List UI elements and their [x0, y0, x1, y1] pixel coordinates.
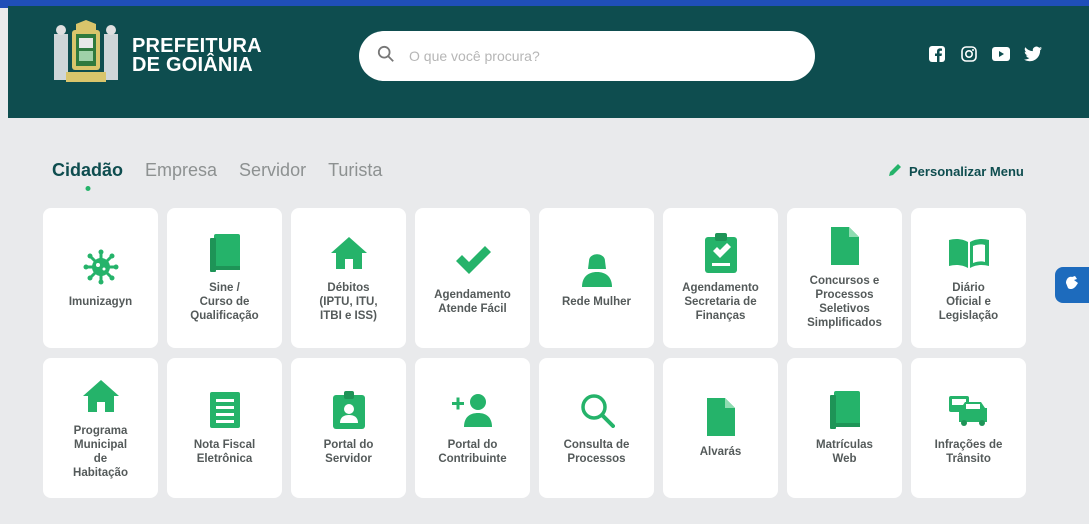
service-card-matriculas-web[interactable]: Matrículas Web — [787, 358, 902, 498]
service-card-label: Concursos e Processos Seletivos Simplifi… — [807, 275, 882, 329]
service-card-habitacao[interactable]: Programa Municipal de Habitação — [43, 358, 158, 498]
service-card-infracoes-transito[interactable]: Infrações de Trânsito — [911, 358, 1026, 498]
audience-tabs: Cidadão Empresa Servidor Turista — [52, 160, 382, 181]
service-card-financas[interactable]: Agendamento Secretaria de Finanças — [663, 208, 778, 348]
clipboard-check-icon — [704, 233, 737, 273]
service-card-portal-contribuinte[interactable]: Portal do Contribuinte — [415, 358, 530, 498]
user-plus-icon — [451, 390, 494, 430]
check-icon — [454, 240, 492, 280]
service-card-label: Consulta de Processos — [563, 439, 630, 465]
coat-of-arms-icon[interactable] — [46, 20, 126, 90]
service-card-portal-servidor[interactable]: Portal do Servidor — [291, 358, 406, 498]
open-book-icon — [948, 233, 989, 273]
service-card-label: Débitos (IPTU, ITU, ITBI e ISS) — [319, 282, 378, 322]
service-card-label: Imunizagyn — [68, 296, 133, 308]
personalize-menu-label: Personalizar Menu — [909, 164, 1024, 179]
file-icon — [706, 397, 735, 437]
book-icon — [829, 390, 860, 430]
youtube-icon[interactable] — [992, 45, 1010, 63]
tab-empresa[interactable]: Empresa — [145, 160, 217, 181]
service-card-nota-fiscal[interactable]: Nota Fiscal Eletrônica — [167, 358, 282, 498]
tab-turista[interactable]: Turista — [328, 160, 382, 181]
magnifier-icon — [579, 390, 615, 430]
search-bar[interactable] — [359, 31, 815, 81]
service-card-alvaras[interactable]: Alvarás — [663, 358, 778, 498]
personalize-menu-button[interactable]: Personalizar Menu — [887, 162, 1024, 181]
service-card-rede-mulher[interactable]: Rede Mulher — [539, 208, 654, 348]
service-card-consulta-processos[interactable]: Consulta de Processos — [539, 358, 654, 498]
services-grid: Imunizagyn Sine / Curso de Qualificação … — [43, 208, 1026, 498]
service-card-label: Diário Oficial e Legislação — [938, 282, 999, 322]
service-card-label: Matrículas Web — [816, 439, 873, 465]
id-badge-icon — [332, 390, 365, 430]
social-links — [928, 45, 1042, 63]
receipt-icon — [209, 390, 240, 430]
tab-servidor[interactable]: Servidor — [239, 160, 306, 181]
site-header: PREFEITURA DE GOIÂNIA — [8, 6, 1089, 118]
search-icon — [377, 45, 395, 68]
service-card-label: Agendamento Secretaria de Finanças — [682, 282, 759, 322]
facebook-icon[interactable] — [928, 45, 946, 63]
service-card-diario-oficial[interactable]: Diário Oficial e Legislação — [911, 208, 1026, 348]
service-card-label: Alvarás — [699, 446, 742, 458]
service-card-label: Nota Fiscal Eletrônica — [193, 439, 256, 465]
service-card-sine[interactable]: Sine / Curso de Qualificação — [167, 208, 282, 348]
file-icon — [830, 226, 859, 266]
sign-language-icon — [1062, 273, 1082, 298]
brand-title[interactable]: PREFEITURA DE GOIÂNIA — [132, 36, 262, 76]
tab-cidadao[interactable]: Cidadão — [52, 160, 123, 181]
book-icon — [209, 233, 240, 273]
service-card-imunizagyn[interactable]: Imunizagyn — [43, 208, 158, 348]
service-card-label: Sine / Curso de Qualificação — [190, 282, 259, 322]
pencil-icon — [887, 162, 903, 181]
service-card-label: Rede Mulher — [561, 296, 631, 308]
service-card-label: Portal do Contribuinte — [438, 439, 507, 465]
service-card-debitos[interactable]: Débitos (IPTU, ITU, ITBI e ISS) — [291, 208, 406, 348]
brand-line-2: DE GOIÂNIA — [132, 54, 253, 76]
search-input[interactable] — [409, 48, 789, 64]
woman-icon — [580, 247, 614, 287]
service-card-label: Programa Municipal de Habitação — [73, 425, 128, 479]
instagram-icon[interactable] — [960, 45, 978, 63]
twitter-icon[interactable] — [1024, 45, 1042, 63]
virus-icon — [83, 247, 119, 287]
car-icon — [948, 390, 989, 430]
service-card-atende-facil[interactable]: Agendamento Atende Fácil — [415, 208, 530, 348]
service-card-label: Infrações de Trânsito — [934, 439, 1003, 465]
accessibility-button[interactable] — [1055, 267, 1089, 303]
service-card-label: Portal do Servidor — [323, 439, 374, 465]
home-icon — [330, 233, 367, 273]
service-card-label: Agendamento Atende Fácil — [434, 289, 511, 315]
service-card-concursos[interactable]: Concursos e Processos Seletivos Simplifi… — [787, 208, 902, 348]
home-icon — [82, 376, 119, 416]
